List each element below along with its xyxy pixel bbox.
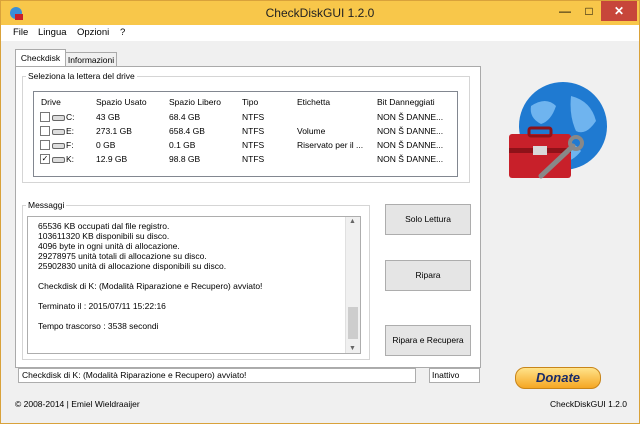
drive-row[interactable]: F: 0 GB 0.1 GB NTFS Riservato per il ...… bbox=[34, 138, 457, 152]
drive-label: Riservato per il ... bbox=[297, 140, 364, 150]
log-line: 65536 KB occupati dal file registro. bbox=[38, 221, 170, 231]
drive-type: NTFS bbox=[242, 140, 265, 150]
maximize-button[interactable]: □ bbox=[577, 1, 601, 21]
drive-bad-bits: NON Š DANNE... bbox=[377, 112, 444, 122]
close-button[interactable]: ✕ bbox=[601, 1, 637, 21]
drive-letter: F: bbox=[66, 140, 74, 150]
log-line: Checkdisk di K: (Modalità Riparazione e … bbox=[38, 281, 263, 291]
drive-group-label: Seleziona la lettera del drive bbox=[28, 71, 135, 81]
scroll-up-arrow-icon[interactable]: ▲ bbox=[349, 218, 356, 225]
messages-group-label: Messaggi bbox=[28, 200, 65, 210]
drive-list: Drive Spazio Usato Spazio Libero Tipo Et… bbox=[33, 91, 458, 177]
scroll-down-arrow-icon[interactable]: ▼ bbox=[349, 345, 356, 352]
globe-toolbox-logo-icon bbox=[509, 82, 607, 179]
column-header-type[interactable]: Tipo bbox=[242, 97, 258, 107]
drive-used: 43 GB bbox=[96, 112, 121, 122]
drive-row[interactable]: C: 43 GB 68.4 GB NTFS NON Š DANNE... bbox=[34, 110, 457, 124]
drive-used: 12.9 GB bbox=[96, 154, 128, 164]
drive-type: NTFS bbox=[242, 154, 265, 164]
column-header-used[interactable]: Spazio Usato bbox=[96, 97, 147, 107]
log-line: 29278975 unità totali di allocazione su … bbox=[38, 251, 207, 261]
drive-bad-bits: NON Š DANNE... bbox=[377, 140, 444, 150]
drive-letter: C: bbox=[66, 112, 75, 122]
drive-free: 68.4 GB bbox=[169, 112, 201, 122]
log-line: Terminato il : 2015/07/11 15:22:16 bbox=[38, 301, 166, 311]
log-line: 103611320 KB disponibili su disco. bbox=[38, 231, 170, 241]
drive-checkbox-checked[interactable]: ✓ bbox=[40, 154, 50, 164]
read-only-button[interactable]: Solo Lettura bbox=[385, 204, 471, 235]
log-line: 4096 byte in ogni unità di allocazione. bbox=[38, 241, 180, 251]
log-line: Tempo trascorso : 3538 secondi bbox=[38, 321, 159, 331]
drive-icon bbox=[52, 157, 65, 163]
menu-opzioni[interactable]: Opzioni bbox=[77, 27, 109, 38]
repair-recover-button[interactable]: Ripara e Recupera bbox=[385, 325, 471, 356]
checkdisk-panel: Seleziona la lettera del drive Drive Spa… bbox=[15, 66, 481, 368]
tab-checkdisk[interactable]: Checkdisk bbox=[15, 49, 66, 67]
drive-icon bbox=[52, 143, 65, 149]
column-header-free[interactable]: Spazio Libero bbox=[169, 97, 221, 107]
minimize-button[interactable]: — bbox=[553, 1, 577, 21]
repair-button[interactable]: Ripara bbox=[385, 260, 471, 291]
drive-letter: K: bbox=[66, 154, 75, 164]
app-window: CheckDiskGUI 1.2.0 — □ ✕ File Lingua Opz… bbox=[0, 0, 640, 424]
drive-icon bbox=[52, 115, 65, 121]
menu-bar: File Lingua Opzioni ? bbox=[1, 25, 639, 41]
drive-checkbox[interactable] bbox=[40, 126, 50, 136]
column-header-drive[interactable]: Drive bbox=[41, 97, 61, 107]
drive-row[interactable]: E: 273.1 GB 658.4 GB NTFS Volume NON Š D… bbox=[34, 124, 457, 138]
drive-group: Seleziona la lettera del drive Drive Spa… bbox=[22, 71, 470, 183]
menu-file[interactable]: File bbox=[13, 27, 28, 38]
drive-free: 0.1 GB bbox=[169, 140, 196, 150]
drive-free: 658.4 GB bbox=[169, 126, 205, 136]
drive-checkbox[interactable] bbox=[40, 140, 50, 150]
title-bar: CheckDiskGUI 1.2.0 — □ ✕ bbox=[1, 1, 639, 25]
drive-checkbox[interactable] bbox=[40, 112, 50, 122]
window-title: CheckDiskGUI 1.2.0 bbox=[265, 6, 375, 20]
copyright-text: © 2008-2014 | Emiel Wieldraaijer bbox=[15, 399, 140, 409]
scroll-thumb[interactable] bbox=[348, 307, 358, 339]
drive-icon bbox=[52, 129, 65, 135]
drive-label: Volume bbox=[297, 126, 326, 136]
status-state: Inattivo bbox=[429, 368, 480, 383]
column-header-bad[interactable]: Bit Danneggiati bbox=[377, 97, 435, 107]
drive-row[interactable]: ✓ K: 12.9 GB 98.8 GB NTFS NON Š DANNE... bbox=[34, 152, 457, 166]
drive-type: NTFS bbox=[242, 112, 265, 122]
version-text: CheckDiskGUI 1.2.0 bbox=[550, 399, 627, 409]
column-header-label[interactable]: Etichetta bbox=[297, 97, 330, 107]
drive-used: 0 GB bbox=[96, 140, 116, 150]
drive-bad-bits: NON Š DANNE... bbox=[377, 126, 444, 136]
drive-free: 98.8 GB bbox=[169, 154, 201, 164]
status-message: Checkdisk di K: (Modalità Riparazione e … bbox=[18, 368, 416, 383]
log-line: 25902830 unità di allocazione disponibil… bbox=[38, 261, 227, 271]
tab-informazioni[interactable]: Informazioni bbox=[65, 52, 117, 67]
drive-bad-bits: NON Š DANNE... bbox=[377, 154, 444, 164]
menu-help[interactable]: ? bbox=[120, 27, 125, 38]
messages-log[interactable]: 65536 KB occupati dal file registro. 103… bbox=[27, 216, 361, 354]
menu-lingua[interactable]: Lingua bbox=[38, 27, 67, 38]
drive-used: 273.1 GB bbox=[96, 126, 132, 136]
drive-letter: E: bbox=[66, 126, 75, 136]
donate-button[interactable]: Donate bbox=[515, 367, 601, 389]
messages-group: Messaggi 65536 KB occupati dal file regi… bbox=[22, 200, 370, 360]
drive-type: NTFS bbox=[242, 126, 265, 136]
messages-scrollbar[interactable]: ▲ ▼ bbox=[345, 217, 360, 353]
